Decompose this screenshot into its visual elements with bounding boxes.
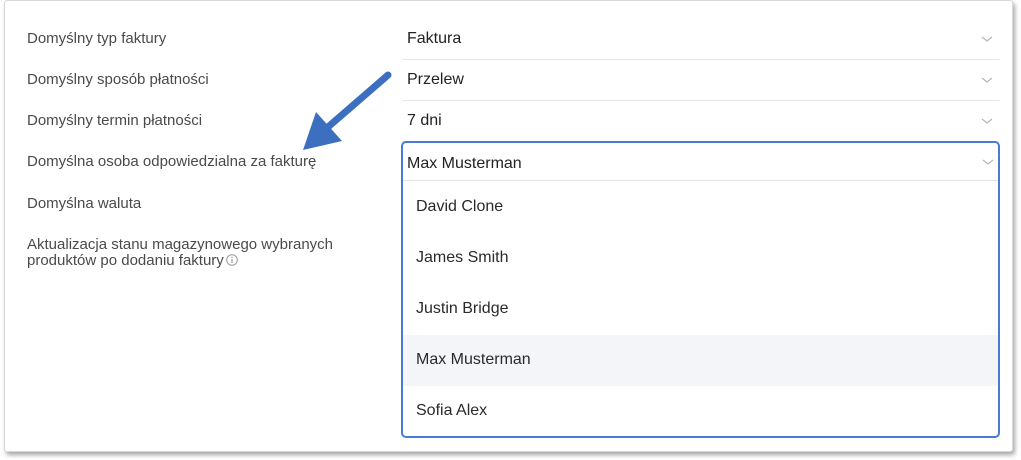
payment-term-value: 7 dni: [407, 112, 442, 129]
label-stock-update: Aktualizacja stanu magazynowego wybranyc…: [27, 237, 333, 269]
option-label: David Clone: [416, 198, 504, 215]
dropdown-option[interactable]: James Smith: [403, 233, 998, 284]
dropdown-option[interactable]: Sofia Alex: [403, 386, 998, 436]
info-icon[interactable]: [225, 254, 238, 266]
dropdown-option[interactable]: Justin Bridge: [403, 284, 998, 335]
responsible-person-select[interactable]: Max Musterman: [403, 143, 998, 181]
label-payment-method: Domyślny sposób płatności: [27, 71, 209, 88]
responsible-person-dropdown[interactable]: Max Musterman David Clone James Smith Ju…: [401, 141, 1000, 438]
payment-term-select[interactable]: 7 dni: [402, 102, 999, 142]
invoice-type-select[interactable]: Faktura: [402, 20, 999, 60]
option-label: Justin Bridge: [416, 300, 509, 317]
option-label: James Smith: [416, 249, 509, 266]
label-invoice-type: Domyślny typ faktury: [27, 30, 167, 47]
label-currency: Domyślna waluta: [27, 195, 142, 212]
label-responsible-person: Domyślna osoba odpowiedzialna za fakturę: [27, 153, 317, 170]
label-stock-update-line2: produktów po dodaniu faktury: [27, 252, 224, 269]
chevron-down-icon: [982, 157, 994, 167]
invoice-type-value: Faktura: [407, 30, 462, 47]
label-payment-term: Domyślny termin płatności: [27, 112, 203, 129]
chevron-down-icon: [981, 116, 993, 126]
chevron-down-icon: [981, 75, 993, 85]
dropdown-option-selected[interactable]: Max Musterman: [403, 335, 998, 386]
chevron-down-icon: [981, 34, 993, 44]
payment-method-value: Przelew: [407, 71, 464, 88]
responsible-person-value: Max Musterman: [407, 155, 522, 172]
dropdown-option[interactable]: David Clone: [403, 182, 998, 233]
annotation-arrow-icon: [303, 71, 392, 150]
option-label: Sofia Alex: [416, 402, 488, 419]
label-stock-update-line2-wrap: produktów po dodaniu faktury: [27, 253, 333, 269]
label-stock-update-line1: Aktualizacja stanu magazynowego wybranyc…: [27, 236, 333, 253]
payment-method-select[interactable]: Przelew: [402, 61, 999, 101]
option-label: Max Musterman: [416, 351, 531, 368]
